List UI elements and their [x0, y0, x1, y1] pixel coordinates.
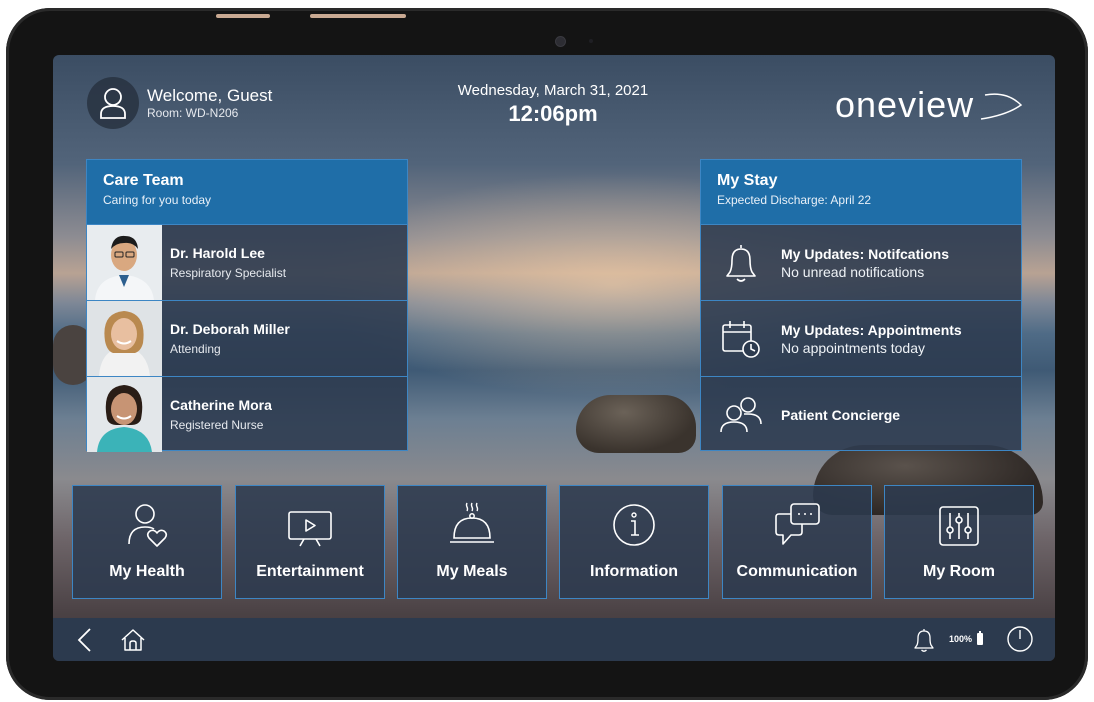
member-name: Dr. Deborah Miller [170, 321, 290, 337]
camera [555, 36, 566, 47]
tile-label: Information [590, 563, 678, 580]
care-team-header[interactable]: Care Team Caring for you today [87, 160, 407, 224]
notifications-status: No unread notifications [781, 263, 925, 280]
chat-icon [723, 486, 871, 548]
bottom-navbar: 100% [53, 618, 1055, 661]
appointments-title: My Updates: Appointments [781, 321, 962, 338]
user-header[interactable]: Welcome, Guest Room: WD-N206 [87, 77, 272, 129]
bell-icon [709, 242, 773, 284]
tv-icon [236, 486, 384, 548]
info-icon [560, 486, 708, 548]
power-hardware-button [310, 14, 406, 18]
doctor-photo [87, 301, 162, 376]
heart-person-icon [73, 486, 221, 548]
nurse-photo [87, 377, 162, 452]
care-team-member[interactable]: Dr. Harold Lee Respiratory Specialist [87, 224, 407, 300]
notification-bell-icon[interactable] [913, 627, 935, 658]
background-rock [576, 395, 696, 453]
calendar-clock-icon [709, 319, 773, 359]
notifications-item[interactable]: My Updates: Notifcations No unread notif… [701, 224, 1021, 300]
battery-status: 100% [949, 631, 984, 645]
member-name: Catherine Mora [170, 397, 272, 413]
welcome-text: Welcome, Guest [147, 86, 273, 105]
member-role: Registered Nurse [170, 418, 264, 432]
appointments-status: No appointments today [781, 339, 925, 356]
tile-label: My Meals [436, 563, 508, 580]
tile-my-room[interactable]: My Room [884, 485, 1034, 599]
discharge-date: Expected Discharge: April 22 [717, 193, 872, 207]
tile-label: Communication [736, 563, 858, 580]
logo-text: oneview [835, 84, 974, 125]
user-avatar-icon[interactable] [87, 77, 139, 129]
tile-my-meals[interactable]: My Meals [397, 485, 547, 599]
tile-entertainment[interactable]: Entertainment [235, 485, 385, 599]
my-stay-panel: My Stay Expected Discharge: April 22 My … [700, 159, 1022, 451]
tile-information[interactable]: Information [559, 485, 709, 599]
tile-my-health[interactable]: My Health [72, 485, 222, 599]
doctor-photo [87, 225, 162, 300]
tile-label: Entertainment [256, 563, 364, 580]
member-role: Respiratory Specialist [170, 266, 287, 280]
back-arrow-icon[interactable] [75, 627, 95, 658]
date-time: Wednesday, March 31, 2021 12:06pm [423, 82, 683, 128]
care-team-member[interactable]: Dr. Deborah Miller Attending [87, 300, 407, 376]
volume-button [216, 14, 270, 18]
member-role: Attending [170, 342, 221, 356]
my-stay-title: My Stay [717, 172, 778, 189]
people-icon [709, 396, 773, 434]
light-sensor [589, 39, 593, 43]
battery-icon [977, 631, 984, 645]
care-team-member[interactable]: Catherine Mora Registered Nurse [87, 376, 407, 452]
oneview-logo: oneview [835, 83, 1025, 127]
appointments-item[interactable]: My Updates: Appointments No appointments… [701, 300, 1021, 376]
power-icon[interactable] [1006, 625, 1034, 658]
care-team-panel: Care Team Caring for you today Dr. Harol… [86, 159, 408, 452]
my-stay-header[interactable]: My Stay Expected Discharge: April 22 [701, 160, 1021, 224]
sliders-icon [885, 486, 1033, 548]
tablet-screen: Welcome, Guest Room: WD-N206 Wednesday, … [53, 55, 1055, 661]
tile-label: My Health [109, 563, 185, 580]
notifications-title: My Updates: Notifcations [781, 245, 950, 262]
care-team-subtitle: Caring for you today [103, 193, 212, 207]
member-name: Dr. Harold Lee [170, 245, 265, 261]
room-number: Room: WD-N206 [147, 106, 239, 120]
current-time: 12:06pm [508, 101, 598, 126]
home-icon[interactable] [119, 628, 147, 657]
current-date: Wednesday, March 31, 2021 [457, 82, 649, 99]
battery-level: 100% [949, 634, 973, 644]
cloche-icon [398, 486, 546, 548]
concierge-title: Patient Concierge [781, 406, 901, 423]
tile-label: My Room [923, 563, 995, 580]
tile-communication[interactable]: Communication [722, 485, 872, 599]
care-team-title: Care Team [103, 172, 184, 189]
concierge-item[interactable]: Patient Concierge [701, 376, 1021, 452]
